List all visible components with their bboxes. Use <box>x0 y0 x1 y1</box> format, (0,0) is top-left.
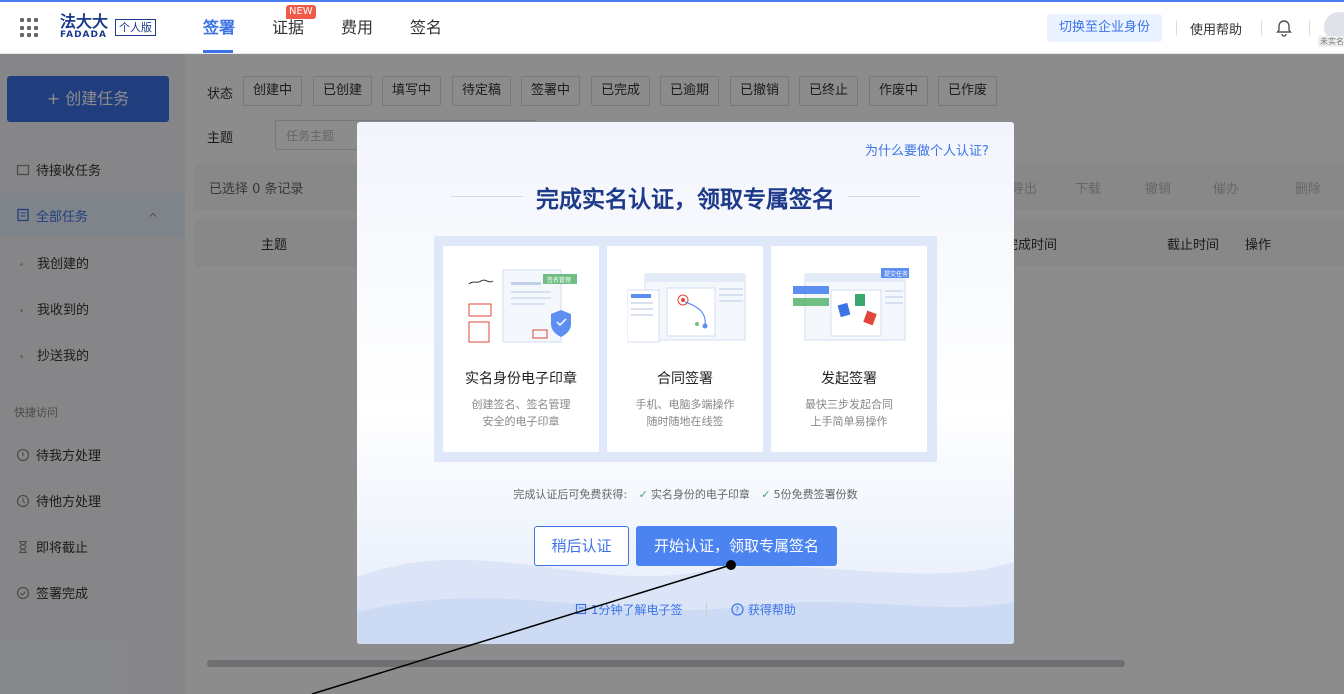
check-icon: ✓ <box>638 488 648 501</box>
feature-card-desc: 手机、电脑多端操作 随时随地在线签 <box>635 398 735 428</box>
why-verify-link[interactable]: 为什么要做个人认证? <box>865 140 989 159</box>
unverified-tag: 未实名 <box>1318 36 1344 47</box>
start-verification-button[interactable]: 开始认证，领取专属签名 <box>636 526 837 566</box>
help-link[interactable]: 使用帮助 <box>1190 19 1242 38</box>
feature-card-title: 合同签署 <box>657 371 713 387</box>
feature-card-contract-sign: 合同签署 手机、电脑多端操作 随时随地在线签 <box>607 246 763 452</box>
header-divider <box>1176 20 1177 36</box>
benefits-line: 完成认证后可免费获得: ✓ 实名身份的电子印章 ✓ 5份免费签署份数 <box>357 486 1014 502</box>
nav-tab-sign[interactable]: 签署 <box>203 2 235 54</box>
initiate-sign-illustration-icon: 提交任务 <box>793 268 909 341</box>
fadada-logo[interactable]: 法大大 FADADA <box>60 14 108 42</box>
nav-tab-fees[interactable]: 费用 <box>341 2 373 54</box>
question-circle-icon: ? <box>731 603 744 616</box>
feature-cards: 签名管理 实名身份电子印章 创建签名、签名管理 安全的电子印章 合同签署 手机、… <box>434 236 937 462</box>
get-help-link[interactable]: ? 获得帮助 <box>731 601 796 618</box>
header-divider <box>1261 20 1262 36</box>
book-icon <box>575 603 587 615</box>
new-badge: NEW <box>286 5 316 19</box>
check-icon: ✓ <box>761 488 771 501</box>
learn-esign-link[interactable]: 1分钟了解电子签 <box>575 601 682 618</box>
footer-divider <box>706 602 707 616</box>
svg-text:提交任务: 提交任务 <box>884 270 908 278</box>
header-divider <box>1309 20 1310 36</box>
top-bar: 法大大 FADADA 个人版 签署 证据 NEW 费用 签名 切换至企业身份 使… <box>0 0 1344 54</box>
feature-card-title: 实名身份电子印章 <box>465 371 577 387</box>
feature-card-desc: 创建签名、签名管理 安全的电子印章 <box>471 398 571 428</box>
benefit-free-signings: 5份免费签署份数 <box>773 488 858 501</box>
verification-dialog: 为什么要做个人认证? 完成实名认证，领取专属签名 签名管理 实名身份电子印章 创… <box>357 122 1014 644</box>
benefit-seal: 实名身份的电子印章 <box>650 488 750 501</box>
feature-card-initiate: 提交任务 发起签署 最快三步发起合同 上手简单易操作 <box>771 246 927 452</box>
edition-badge: 个人版 <box>115 19 156 36</box>
feature-card-desc: 最快三步发起合同 上手简单易操作 <box>805 398 893 428</box>
feature-card-seal: 签名管理 实名身份电子印章 创建签名、签名管理 安全的电子印章 <box>443 246 599 452</box>
nav-active-underline <box>203 50 233 53</box>
svg-text:签名管理: 签名管理 <box>547 276 571 284</box>
dialog-title: 完成实名认证，领取专属签名 <box>536 187 835 213</box>
switch-to-enterprise-button[interactable]: 切换至企业身份 <box>1047 14 1162 42</box>
contract-screen-illustration-icon <box>627 273 746 343</box>
app-grid-icon[interactable] <box>20 18 40 38</box>
svg-text:?: ? <box>735 606 739 615</box>
benefits-prefix: 完成认证后可免费获得: <box>513 488 628 501</box>
title-decoration-line <box>848 196 920 197</box>
verify-later-button[interactable]: 稍后认证 <box>534 526 629 566</box>
seal-illustration-icon: 签名管理 <box>468 269 577 343</box>
feature-card-title: 发起签署 <box>821 371 877 387</box>
bell-icon[interactable] <box>1275 19 1293 37</box>
nav-tab-signature[interactable]: 签名 <box>410 2 442 54</box>
